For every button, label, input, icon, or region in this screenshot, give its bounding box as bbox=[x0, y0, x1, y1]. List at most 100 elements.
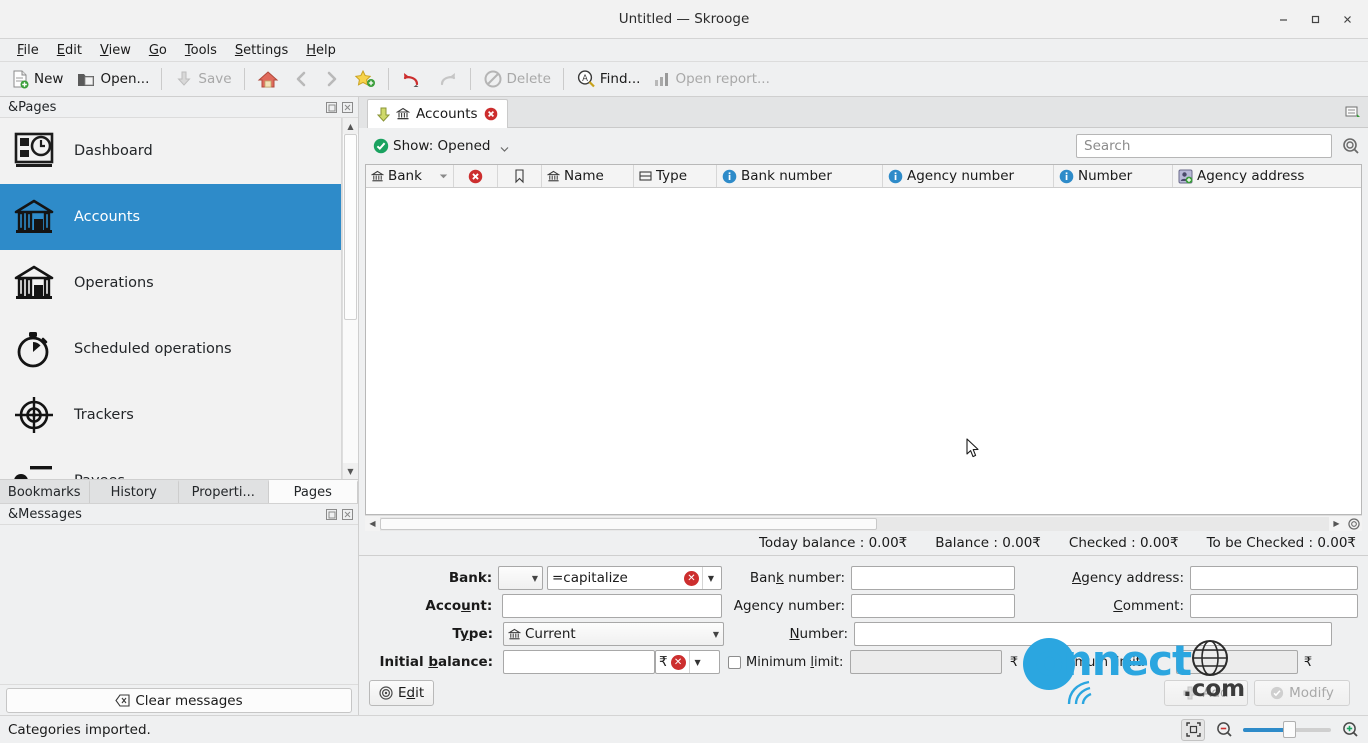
maximize-button[interactable] bbox=[1300, 6, 1330, 32]
account-editor-form: Bank: ▼ =capitalize ✕ ▼ Bank number: Age… bbox=[359, 555, 1368, 715]
tab-list-button[interactable] bbox=[1344, 99, 1368, 128]
initial-balance-input[interactable] bbox=[503, 650, 655, 674]
close-button[interactable] bbox=[1332, 6, 1362, 32]
menu-view[interactable]: View bbox=[91, 41, 140, 60]
column-header-bookmark[interactable] bbox=[498, 165, 542, 187]
column-header-label: Agency number bbox=[907, 168, 1015, 184]
column-header-type[interactable]: Type bbox=[634, 165, 717, 187]
new-button[interactable]: New bbox=[4, 65, 69, 93]
search-options-icon[interactable] bbox=[1340, 134, 1362, 158]
add-button[interactable]: Add bbox=[1164, 680, 1248, 706]
column-header-bank-number[interactable]: Bank number bbox=[717, 165, 883, 187]
agency-number-input[interactable] bbox=[851, 594, 1016, 618]
minimum-limit-check-row[interactable]: Minimum limit: bbox=[720, 655, 850, 670]
minimum-limit-input[interactable] bbox=[850, 650, 1002, 674]
comment-input[interactable] bbox=[1190, 594, 1358, 618]
clear-messages-button[interactable]: Clear messages bbox=[6, 688, 352, 713]
scroll-up-icon[interactable]: ▲ bbox=[343, 118, 358, 134]
sidebar-item-operations[interactable]: Operations bbox=[0, 250, 341, 316]
sidebar-item-accounts[interactable]: Accounts bbox=[0, 184, 341, 250]
close-dock-icon[interactable] bbox=[341, 508, 354, 521]
open-report-button[interactable]: Open report... bbox=[647, 65, 775, 93]
number-input[interactable] bbox=[854, 622, 1332, 646]
sidebar-item-scheduled-operations[interactable]: Scheduled operations bbox=[0, 316, 341, 382]
scroll-thumb[interactable] bbox=[344, 134, 357, 320]
column-header-agency-address[interactable]: Agency address bbox=[1173, 165, 1337, 187]
zoom-out-icon[interactable] bbox=[1212, 719, 1236, 741]
minimize-button[interactable] bbox=[1268, 6, 1298, 32]
menu-edit[interactable]: Edit bbox=[48, 41, 91, 60]
bookmark-button[interactable] bbox=[348, 65, 382, 93]
zoom-in-icon[interactable] bbox=[1338, 719, 1362, 741]
menu-go[interactable]: Go bbox=[140, 41, 176, 60]
table-body[interactable] bbox=[366, 188, 1361, 514]
scroll-down-icon[interactable]: ▼ bbox=[343, 463, 358, 479]
find-button[interactable]: A Find... bbox=[570, 65, 647, 93]
agency-address-input[interactable] bbox=[1190, 566, 1359, 590]
column-header-agency-number[interactable]: Agency number bbox=[883, 165, 1054, 187]
zoom-slider[interactable] bbox=[1243, 721, 1331, 739]
save-button[interactable]: Save bbox=[168, 65, 237, 93]
clear-icon[interactable]: ✕ bbox=[683, 570, 699, 586]
scroll-left-icon[interactable]: ◀ bbox=[365, 519, 380, 528]
open-button[interactable]: Open... bbox=[70, 65, 155, 93]
agency-number-label: Agency number: bbox=[733, 598, 846, 614]
chevron-down-icon[interactable]: ▼ bbox=[701, 567, 719, 589]
back-button[interactable] bbox=[286, 65, 316, 93]
redo-button[interactable] bbox=[430, 65, 464, 93]
bank-number-input[interactable] bbox=[851, 566, 1016, 590]
scroll-right-icon[interactable]: ▶ bbox=[1329, 519, 1344, 528]
bank-select[interactable]: ▼ bbox=[498, 566, 543, 590]
tab-accounts[interactable]: Accounts bbox=[367, 99, 508, 128]
menu-settings[interactable]: Settings bbox=[226, 41, 297, 60]
table-options-icon[interactable] bbox=[1346, 517, 1362, 531]
currency-select[interactable]: ₹ ✕ ▼ bbox=[655, 650, 720, 674]
close-tab-icon[interactable] bbox=[484, 107, 498, 121]
sidebar-item-dashboard[interactable]: Dashboard bbox=[0, 118, 341, 184]
pages-vertical-scrollbar[interactable]: ▲ ▼ bbox=[342, 118, 358, 479]
dock-tab-pages[interactable]: Pages bbox=[268, 480, 358, 503]
dock-tab-history[interactable]: History bbox=[89, 480, 179, 503]
sidebar-item-payees[interactable]: Payees bbox=[0, 448, 341, 479]
type-select[interactable]: Current ▼ bbox=[503, 622, 724, 646]
table-horizontal-scrollbar[interactable]: ◀ ▶ bbox=[365, 515, 1362, 531]
maximum-limit-checkbox[interactable] bbox=[1026, 655, 1039, 669]
sidebar-item-trackers[interactable]: Trackers bbox=[0, 382, 341, 448]
zoom-slider-handle[interactable] bbox=[1283, 721, 1297, 738]
pin-down-icon[interactable] bbox=[376, 107, 391, 122]
search-input[interactable] bbox=[1082, 137, 1326, 155]
bank-name-field[interactable]: =capitalize ✕ ▼ bbox=[546, 566, 722, 590]
column-header-number[interactable]: Number bbox=[1054, 165, 1173, 187]
hscroll-thumb[interactable] bbox=[380, 517, 877, 530]
clear-icon[interactable]: ✕ bbox=[670, 654, 686, 670]
menu-tools[interactable]: Tools bbox=[176, 41, 226, 60]
undock-icon[interactable] bbox=[325, 508, 338, 521]
bank-number-label: Bank number: bbox=[749, 570, 846, 586]
chevron-down-icon[interactable]: ▼ bbox=[688, 651, 706, 673]
close-dock-icon[interactable] bbox=[341, 101, 354, 114]
column-header-delete[interactable] bbox=[454, 165, 498, 187]
maximum-limit-input[interactable] bbox=[1176, 650, 1298, 674]
column-header-name[interactable]: Name bbox=[542, 165, 634, 187]
dock-tab-properties[interactable]: Properti... bbox=[179, 480, 269, 503]
dock-tab-bookmarks[interactable]: Bookmarks bbox=[0, 480, 90, 503]
edit-button[interactable]: Edit bbox=[369, 680, 435, 706]
column-header-bank[interactable]: Bank bbox=[366, 165, 454, 187]
fit-to-page-icon[interactable] bbox=[1181, 718, 1205, 741]
scroll-track[interactable] bbox=[343, 134, 358, 463]
undo-button[interactable] bbox=[395, 65, 429, 93]
chevron-down-icon[interactable] bbox=[500, 146, 509, 153]
account-input[interactable] bbox=[502, 594, 722, 618]
undock-icon[interactable] bbox=[325, 101, 338, 114]
home-button[interactable] bbox=[251, 65, 285, 93]
forward-button[interactable] bbox=[317, 65, 347, 93]
search-box[interactable] bbox=[1076, 134, 1332, 158]
maximum-limit-check-row[interactable]: Maximum limit: bbox=[1026, 655, 1176, 670]
menu-file[interactable]: File bbox=[8, 41, 48, 60]
delete-button[interactable]: Delete bbox=[477, 65, 557, 93]
minimum-limit-checkbox[interactable] bbox=[728, 655, 741, 669]
hscroll-track[interactable] bbox=[380, 516, 1329, 531]
show-filter-button[interactable]: Show: Opened bbox=[369, 136, 513, 156]
menu-help[interactable]: Help bbox=[297, 41, 345, 60]
modify-button[interactable]: Modify bbox=[1254, 680, 1350, 706]
